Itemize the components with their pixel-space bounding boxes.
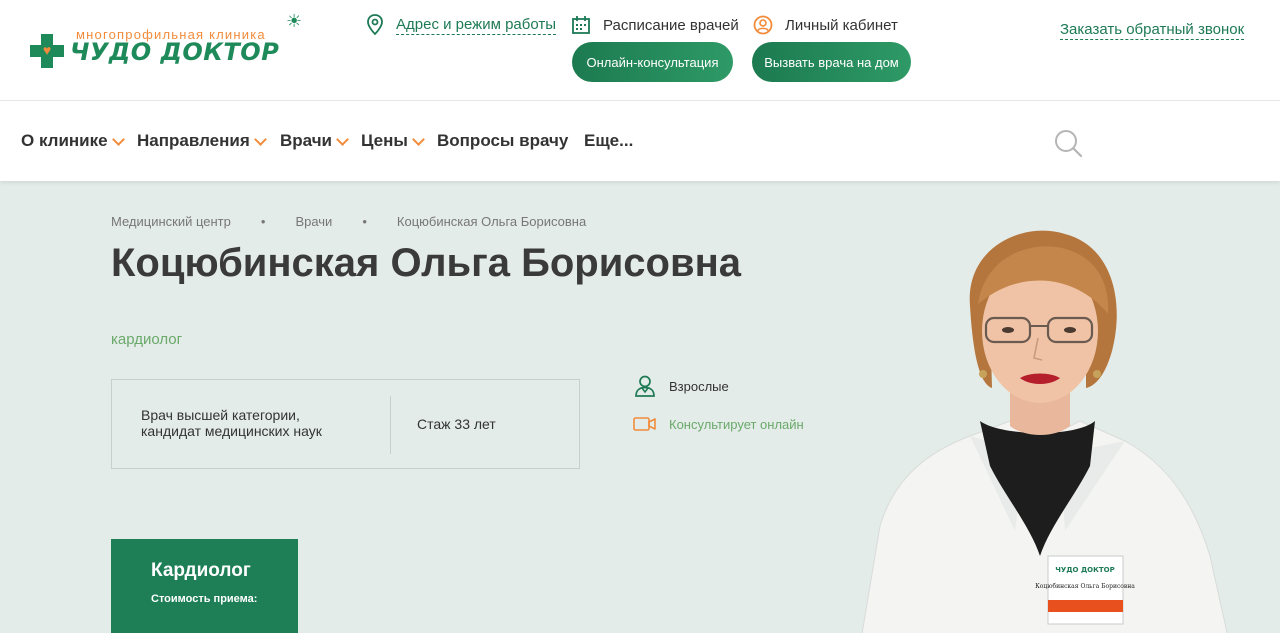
nav-item-label: Врачи (280, 131, 333, 150)
address-link-label: Адрес и режим работы (396, 15, 557, 35)
nav-item-label: Еще... (584, 131, 634, 150)
chevron-down-icon (255, 136, 265, 146)
nav-item-label: Направления (137, 131, 250, 150)
heart-icon: ♥ (42, 42, 52, 58)
nav-item-about[interactable]: О клинике (21, 131, 123, 151)
address-link[interactable]: Адрес и режим работы (366, 14, 557, 36)
home-visit-button[interactable]: Вызвать врача на дом (752, 42, 911, 82)
logo-name: ЧУДО ДОКТОР (70, 38, 280, 66)
clinic-logo[interactable]: ♥ многопрофильная клиника ЧУДО ДОКТОР (30, 14, 310, 74)
doctor-category: Врач высшей категории, кандидат медицинс… (141, 407, 322, 439)
sun-icon[interactable]: ☀ (286, 12, 302, 30)
online-consult-label: Консультирует онлайн (669, 416, 804, 432)
schedule-link[interactable]: Расписание врачей (571, 14, 739, 36)
schedule-link-label: Расписание врачей (603, 16, 739, 34)
breadcrumb-item[interactable]: Медицинский центр (111, 214, 231, 229)
breadcrumb-separator: • (362, 214, 367, 229)
nav-item-label: О клинике (21, 131, 108, 150)
price-card-subtitle: Стоимость приема: (151, 593, 258, 605)
main-nav: О клинике Направления Врачи Цены Вопросы… (0, 102, 1280, 181)
price-card-title: Кардиолог (151, 560, 251, 581)
nav-item-doctors[interactable]: Врачи (280, 131, 347, 151)
chevron-down-icon (413, 136, 423, 146)
chevron-down-icon (337, 136, 347, 146)
doctor-profile: Медицинский центр • Врачи • Коцюбинская … (0, 181, 1280, 633)
breadcrumb: Медицинский центр • Врачи • Коцюбинская … (111, 214, 586, 229)
patients-age: Взрослые (633, 374, 729, 398)
price-card[interactable]: Кардиолог Стоимость приема: (111, 539, 298, 633)
doctor-photo: ЧУДО ДОКТОР Коцюбинская Ольга Борисовна (861, 230, 1228, 633)
user-circle-icon (753, 15, 773, 35)
divider (390, 396, 391, 454)
breadcrumb-current: Коцюбинская Ольга Борисовна (396, 214, 587, 229)
nav-item-questions[interactable]: Вопросы врачу (437, 131, 568, 151)
online-consult-feature: Консультирует онлайн (633, 416, 804, 432)
cabinet-link-label: Личный кабинет (785, 16, 898, 34)
doctor-credentials: Врач высшей категории, кандидат медицинс… (111, 379, 580, 469)
badge-clinic-name: ЧУДО ДОКТОР (1055, 566, 1114, 574)
location-pin-icon (367, 14, 383, 36)
callback-link[interactable]: Заказать обратный звонок (1060, 21, 1245, 40)
nav-item-label: Цены (361, 131, 408, 150)
site-header: ♥ многопрофильная клиника ЧУДО ДОКТОР ☀ … (0, 0, 1280, 101)
breadcrumb-item[interactable]: Врачи (295, 214, 332, 229)
nav-item-prices[interactable]: Цены (361, 131, 423, 151)
nav-item-more[interactable]: Еще... (584, 131, 633, 151)
breadcrumb-separator: • (260, 214, 266, 229)
nav-item-directions[interactable]: Направления (137, 131, 265, 151)
calendar-icon (572, 16, 590, 34)
adult-patient-icon (635, 375, 655, 397)
doctor-experience: Стаж 33 лет (417, 416, 496, 432)
nav-item-label: Вопросы врачу (437, 131, 569, 150)
video-camera-icon (633, 417, 656, 431)
cabinet-link[interactable]: Личный кабинет (753, 14, 898, 36)
patients-age-label: Взрослые (669, 378, 729, 394)
page-title: Коцюбинская Ольга Борисовна (111, 241, 741, 285)
badge-doctor-name: Коцюбинская Ольга Борисовна (1035, 583, 1135, 590)
chevron-down-icon (113, 136, 123, 146)
online-consultation-button[interactable]: Онлайн-консультация (572, 42, 733, 82)
doctor-specialty[interactable]: кардиолог (111, 331, 182, 348)
search-icon[interactable] (1053, 128, 1083, 158)
